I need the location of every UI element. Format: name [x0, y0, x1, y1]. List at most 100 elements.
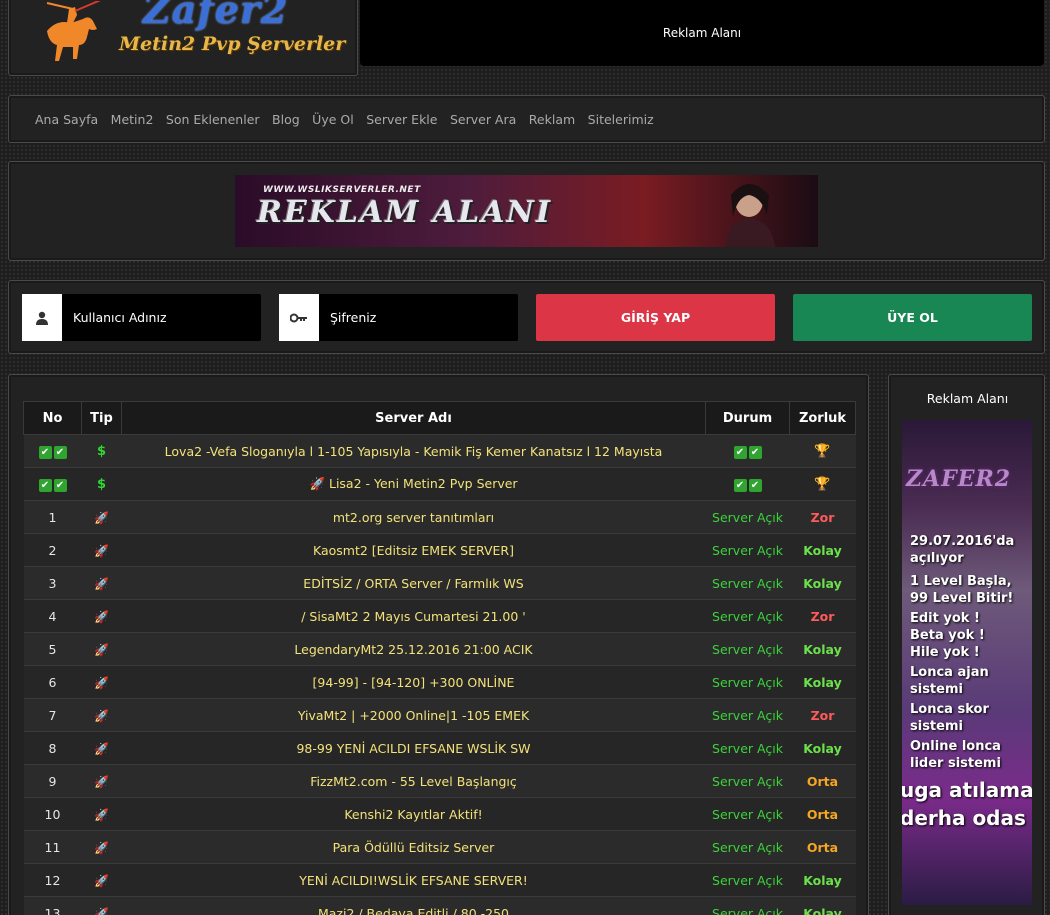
header-ad-label: Reklam Alanı	[662, 26, 742, 40]
table-row[interactable]: 12 🚀 YENİ ACILDI!WSLİK EFSANE SERVER! Serve…	[23, 863, 856, 897]
nav-ads[interactable]: Reklam	[529, 112, 575, 127]
nav-search-server[interactable]: Server Ara	[450, 112, 516, 127]
nav-panel: Ana Sayfa Metin2 Son Eklenenler Blog Üye…	[8, 95, 1045, 143]
row-number: 13	[23, 896, 82, 915]
check-icon: ✔	[53, 479, 67, 492]
server-name-link[interactable]: EDİTSİZ / ORTA Server / Farmlık WS	[121, 566, 706, 600]
table-row[interactable]: 1 🚀 mt2.org server tanıtımları Server Açık Z…	[23, 500, 856, 534]
server-name-link[interactable]: FizzMt2.com - 55 Level Başlangıç	[121, 764, 706, 798]
vip-status-cell: ✔ ✔	[705, 434, 790, 468]
logo-panel: Zafer2 Metin2 Pvp Şerverler	[8, 0, 358, 76]
ad-banner[interactable]: WWW.WSLIKSERVERLER.NET REKLAM ALANI	[235, 175, 818, 247]
rocket-icon: 🚀	[94, 741, 109, 756]
nav-home[interactable]: Ana Sayfa	[35, 112, 98, 127]
side-ad-line: sistemi	[910, 682, 963, 697]
table-row[interactable]: 5 🚀 LegendaryMt2 25.12.2016 21:00 ACIK Serv…	[23, 632, 856, 666]
tip-cell: 🚀	[81, 698, 122, 732]
col-tip: Tip	[81, 401, 122, 435]
table-row[interactable]: 7 🚀 YivaMt2 | +2000 Online|1 -105 EMEK Serv…	[23, 698, 856, 732]
key-icon	[279, 294, 319, 341]
nav-our-sites[interactable]: Sitelerimiz	[588, 112, 654, 127]
row-number: 5	[23, 632, 82, 666]
side-ad-logo: ZAFER2	[906, 466, 1012, 492]
table-row[interactable]: 13 🚀 Mazi2 / Bedava Editli / 80 -250 Server…	[23, 896, 856, 915]
table-row[interactable]: 6 🚀 [94-99] - [94-120] +300 ONLİNE Server A…	[23, 665, 856, 699]
tip-cell: 🚀	[81, 797, 122, 831]
vip-table-row[interactable]: ✔ ✔ $ Lova2 -Vefa Sloganıyla l 1-105 Yapısı…	[23, 434, 856, 468]
vip-table-row[interactable]: ✔ ✔ $ 🚀 Lisa2 - Yeni Metin2 Pvp Server ✔ ✔ 🏆	[23, 467, 856, 501]
nav-add-server[interactable]: Server Ekle	[366, 112, 437, 127]
banner-url: WWW.WSLIKSERVERLER.NET	[263, 185, 421, 195]
nav-register[interactable]: Üye Ol	[312, 112, 354, 127]
header-ad-area[interactable]: Reklam Alanı	[360, 0, 1044, 66]
rocket-icon: 🚀	[94, 807, 109, 822]
username-box	[22, 294, 261, 341]
status-badge: Server Açık	[705, 764, 790, 798]
table-header-row: No Tip Server Adı Durum Zorluk	[23, 401, 856, 435]
server-name-link[interactable]: YENİ ACILDI!WSLİK EFSANE SERVER!	[121, 863, 706, 897]
logo-title: Zafer2	[143, 0, 289, 32]
table-row[interactable]: 8 🚀 98-99 YENİ ACILDI EFSANE WSLİK SW Serve…	[23, 731, 856, 765]
register-button[interactable]: ÜYE OL	[793, 294, 1032, 341]
side-ad-line: 29.07.2016'da	[910, 534, 1015, 549]
table-row[interactable]: 9 🚀 FizzMt2.com - 55 Level Başlangıç Server…	[23, 764, 856, 798]
vip-check-cell: ✔ ✔	[23, 434, 82, 468]
difficulty-badge: Kolay	[789, 632, 856, 666]
trophy-icon: 🏆	[814, 477, 831, 492]
nav-blog[interactable]: Blog	[272, 112, 300, 127]
warrior-figure-icon	[725, 184, 775, 247]
difficulty-badge: Orta	[789, 830, 856, 864]
tip-cell: 🚀	[81, 863, 122, 897]
main-nav: Ana Sayfa Metin2 Son Eklenenler Blog Üye…	[35, 112, 666, 127]
status-badge: Server Açık	[705, 500, 790, 534]
password-input[interactable]	[319, 294, 518, 341]
tip-cell: 🚀	[81, 632, 122, 666]
row-number: 10	[23, 797, 82, 831]
server-name-link[interactable]: Kenshi2 Kayıtlar Aktif!	[121, 797, 706, 831]
server-name-link[interactable]: [94-99] - [94-120] +300 ONLİNE	[121, 665, 706, 699]
server-name-link[interactable]: LegendaryMt2 25.12.2016 21:00 ACIK	[121, 632, 706, 666]
server-table: No Tip Server Adı Durum Zorluk ✔ ✔ $ Lova2 …	[23, 401, 856, 915]
table-row[interactable]: 3 🚀 EDİTSİZ / ORTA Server / Farmlık WS Serv…	[23, 566, 856, 600]
server-name-link[interactable]: 🚀 Lisa2 - Yeni Metin2 Pvp Server	[121, 467, 706, 501]
nav-latest[interactable]: Son Eklenenler	[166, 112, 260, 127]
server-name-link[interactable]: / SisaMt2 2 Mayıs Cumartesi 21.00 '	[121, 599, 706, 633]
site-logo[interactable]: Zafer2 Metin2 Pvp Şerverler	[23, 0, 345, 69]
status-badge: Server Açık	[705, 632, 790, 666]
server-name-link[interactable]: Para Ödüllü Editsiz Server	[121, 830, 706, 864]
login-button[interactable]: GİRİŞ YAP	[536, 294, 775, 341]
rocket-icon: 🚀	[94, 708, 109, 723]
side-ad-big-line: derha odas	[902, 806, 1026, 830]
rocket-icon: 🚀	[94, 642, 109, 657]
difficulty-badge: Kolay	[789, 863, 856, 897]
row-number: 12	[23, 863, 82, 897]
server-name-link[interactable]: Mazi2 / Bedava Editli / 80 -250	[121, 896, 706, 915]
server-name-link[interactable]: Lova2 -Vefa Sloganıyla l 1-105 Yapısıyla…	[121, 434, 706, 468]
col-status: Durum	[705, 401, 790, 435]
check-icon: ✔	[748, 479, 762, 492]
server-name-link[interactable]: YivaMt2 | +2000 Online|1 -105 EMEK	[121, 698, 706, 732]
side-ad-line: Beta yok !	[910, 628, 985, 643]
row-number: 3	[23, 566, 82, 600]
check-icon: ✔	[38, 479, 52, 492]
tip-cell: 🚀	[81, 566, 122, 600]
banner-panel: WWW.WSLIKSERVERLER.NET REKLAM ALANI	[8, 161, 1045, 261]
table-row[interactable]: 2 🚀 Kaosmt2 [Editsiz EMEK SERVER] Server Aç…	[23, 533, 856, 567]
table-row[interactable]: 10 🚀 Kenshi2 Kayıtlar Aktif! Server Açık Ort…	[23, 797, 856, 831]
table-row[interactable]: 4 🚀 / SisaMt2 2 Mayıs Cumartesi 21.00 ' Ser…	[23, 599, 856, 633]
username-input[interactable]	[62, 294, 261, 341]
server-list-panel: No Tip Server Adı Durum Zorluk ✔ ✔ $ Lova2 …	[8, 374, 869, 915]
server-name-link[interactable]: Kaosmt2 [Editsiz EMEK SERVER]	[121, 533, 706, 567]
server-name-link[interactable]: mt2.org server tanıtımları	[121, 500, 706, 534]
tip-cell: 🚀	[81, 500, 122, 534]
side-ad-line: Lonca skor	[910, 702, 989, 717]
tip-cell: 🚀	[81, 665, 122, 699]
server-name-link[interactable]: 98-99 YENİ ACILDI EFSANE WSLİK SW	[121, 731, 706, 765]
server-table-body: ✔ ✔ $ Lova2 -Vefa Sloganıyla l 1-105 Yapısı…	[23, 434, 856, 915]
status-badge: Server Açık	[705, 599, 790, 633]
side-ad-banner[interactable]: ZAFER2 29.07.2016'da açılıyor 1 Level Başl…	[902, 420, 1032, 905]
nav-metin2[interactable]: Metin2	[111, 112, 154, 127]
table-row[interactable]: 11 🚀 Para Ödüllü Editsiz Server Server Açık…	[23, 830, 856, 864]
status-badge: Server Açık	[705, 533, 790, 567]
trophy-icon: 🏆	[814, 444, 831, 459]
